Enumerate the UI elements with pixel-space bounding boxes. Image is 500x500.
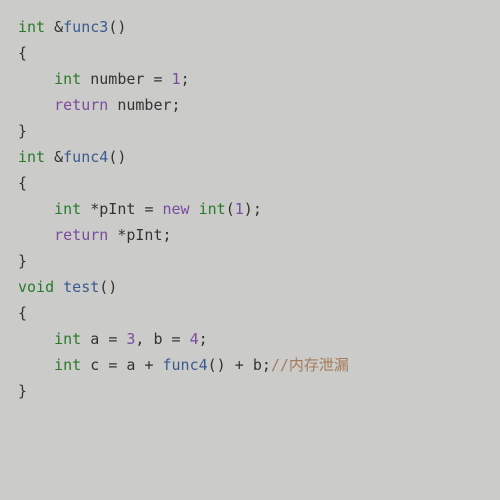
code-token-op: = <box>108 356 117 374</box>
code-token-op: ; <box>172 96 181 114</box>
code-token-type: int <box>199 200 226 218</box>
code-token-ident: number <box>90 70 144 88</box>
code-token-kw: return <box>54 226 108 244</box>
code-line: int number = 1; <box>18 66 482 92</box>
code-token-op: ; <box>163 226 172 244</box>
code-line: { <box>18 170 482 196</box>
code-token-ident: a <box>90 330 99 348</box>
code-token-ident: pInt <box>126 226 162 244</box>
code-token-op: + <box>235 356 244 374</box>
code-token-type: void <box>18 278 54 296</box>
code-token-func: test <box>63 278 99 296</box>
code-token-type: int <box>54 330 81 348</box>
code-token-op: + <box>144 356 153 374</box>
code-token-num: 1 <box>235 200 244 218</box>
code-token-punct: ( <box>226 200 235 218</box>
code-token-op: ; <box>262 356 271 374</box>
code-line: { <box>18 300 482 326</box>
code-line: } <box>18 378 482 404</box>
code-token-ident: a <box>126 356 135 374</box>
code-block: int &func3(){ int number = 1; return num… <box>0 0 500 404</box>
code-token-op: ; <box>199 330 208 348</box>
code-line: { <box>18 40 482 66</box>
code-token-type: int <box>54 200 81 218</box>
code-token-num: 4 <box>190 330 199 348</box>
code-token-punct: { <box>18 44 27 62</box>
code-token-ident: b <box>153 330 162 348</box>
code-token-comment: //内存泄漏 <box>271 356 349 374</box>
code-token-ident: c <box>90 356 99 374</box>
code-token-op: , <box>135 330 144 348</box>
code-token-op: = <box>144 200 153 218</box>
code-token-op: & <box>54 18 63 36</box>
code-line: int c = a + func4() + b;//内存泄漏 <box>18 352 482 378</box>
code-token-func: func3 <box>63 18 108 36</box>
code-line: int *pInt = new int(1); <box>18 196 482 222</box>
code-token-ident: number <box>117 96 171 114</box>
code-token-op: ; <box>181 70 190 88</box>
code-token-num: 1 <box>172 70 181 88</box>
code-line: int &func3() <box>18 14 482 40</box>
code-token-op: = <box>153 70 162 88</box>
code-token-punct: } <box>18 252 27 270</box>
code-token-type: int <box>54 356 81 374</box>
code-line: } <box>18 118 482 144</box>
code-line: } <box>18 248 482 274</box>
code-token-punct: } <box>18 122 27 140</box>
code-token-punct: } <box>18 382 27 400</box>
code-token-ident: pInt <box>99 200 135 218</box>
code-line: int a = 3, b = 4; <box>18 326 482 352</box>
code-token-func: func4 <box>63 148 108 166</box>
code-token-punct: () <box>108 148 126 166</box>
code-line: void test() <box>18 274 482 300</box>
code-token-punct: () <box>208 356 226 374</box>
code-token-ident: b <box>253 356 262 374</box>
code-token-op: ; <box>253 200 262 218</box>
code-token-kw: new <box>163 200 190 218</box>
code-token-type: int <box>18 148 45 166</box>
code-line: return number; <box>18 92 482 118</box>
code-token-punct: () <box>99 278 117 296</box>
code-token-op: = <box>172 330 181 348</box>
code-token-op: * <box>90 200 99 218</box>
code-token-kw: return <box>54 96 108 114</box>
code-token-punct: ) <box>244 200 253 218</box>
code-token-punct: { <box>18 174 27 192</box>
code-token-punct: () <box>108 18 126 36</box>
code-token-op: & <box>54 148 63 166</box>
code-token-punct: { <box>18 304 27 322</box>
code-line: int &func4() <box>18 144 482 170</box>
code-token-op: = <box>108 330 117 348</box>
code-line: return *pInt; <box>18 222 482 248</box>
code-token-func: func4 <box>163 356 208 374</box>
code-token-type: int <box>18 18 45 36</box>
code-token-type: int <box>54 70 81 88</box>
